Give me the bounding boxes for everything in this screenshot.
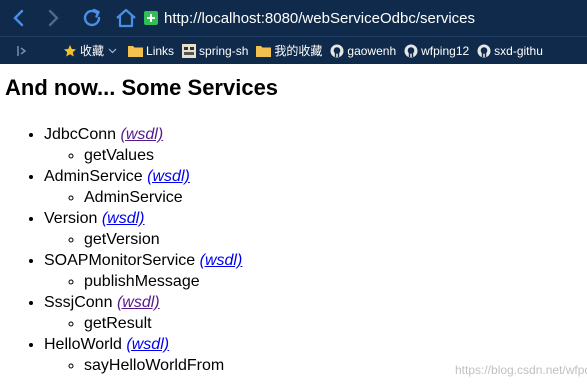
bookmark-my-favorites[interactable]: 我的收藏	[256, 42, 322, 59]
bookmark-label: spring-sh	[199, 43, 249, 58]
operations-list: getValues	[44, 145, 242, 166]
wsdl-link[interactable]: (wsdl)	[200, 252, 243, 269]
watermark: https://blog.csdn.net/wfpc...	[455, 363, 587, 377]
service-name: SOAPMonitorService	[44, 252, 196, 269]
sidebar-toggle-icon[interactable]	[16, 45, 31, 57]
github-icon	[477, 44, 491, 57]
service-name: Version	[44, 210, 98, 227]
browser-toolbar: http://localhost:8080/webServiceOdbc/ser…	[0, 0, 587, 36]
forward-icon[interactable]	[42, 6, 66, 30]
service-name: HelloWorld	[44, 336, 122, 353]
services-list: JdbcConn (wsdl) getValues AdminService (…	[44, 124, 242, 376]
bookmark-label: 收藏	[80, 44, 105, 58]
operations-list: getVersion	[44, 229, 242, 250]
service-item: JdbcConn (wsdl) getValues	[44, 124, 242, 166]
bookmark-favorites[interactable]: 收藏	[63, 42, 120, 59]
operations-list: AdminService	[44, 187, 242, 208]
bookmark-spring[interactable]: spring-sh	[182, 43, 249, 58]
operation-item: sayHelloWorldFrom	[84, 355, 242, 376]
star-icon	[64, 44, 76, 56]
wsdl-link[interactable]: (wsdl)	[147, 168, 190, 185]
bookmarks-bar: 收藏 Links spring-sh 我的收藏 gaowenh wfping12…	[0, 36, 587, 64]
wsdl-link[interactable]: (wsdl)	[121, 126, 164, 143]
service-name: JdbcConn	[44, 126, 117, 143]
service-item: HelloWorld (wsdl) sayHelloWorldFrom	[44, 334, 242, 376]
wsdl-link[interactable]: (wsdl)	[102, 210, 145, 227]
chevron-down-icon	[108, 48, 117, 54]
bookmark-label: wfping12	[421, 43, 470, 58]
bookmark-sxd-github[interactable]: sxd-githu	[477, 44, 543, 58]
service-item: AdminService (wsdl) AdminService	[44, 166, 242, 208]
operation-item: getValues	[84, 145, 242, 166]
back-icon[interactable]	[6, 6, 30, 30]
service-name: SssjConn	[44, 294, 113, 311]
address-bar[interactable]: http://localhost:8080/webServiceOdbc/ser…	[144, 10, 475, 27]
bookmark-gaowenh[interactable]: gaowenh	[330, 44, 396, 58]
service-name: AdminService	[44, 168, 143, 185]
folder-icon	[128, 45, 144, 57]
wsdl-link[interactable]: (wsdl)	[126, 336, 169, 353]
service-item: SOAPMonitorService (wsdl) publishMessage	[44, 250, 242, 292]
operations-list: getResult	[44, 313, 242, 334]
bookmark-label: gaowenh	[347, 43, 397, 58]
service-item: Version (wsdl) getVersion	[44, 208, 242, 250]
url-text: http://localhost:8080/webServiceOdbc/ser…	[164, 9, 475, 27]
secure-shield-icon	[144, 11, 158, 25]
operations-list: publishMessage	[44, 271, 242, 292]
operations-list: sayHelloWorldFrom	[44, 355, 242, 376]
bookmark-wfping12[interactable]: wfping12	[404, 44, 469, 58]
wsdl-link[interactable]: (wsdl)	[117, 294, 160, 311]
github-icon	[330, 44, 344, 57]
operation-item: publishMessage	[84, 271, 242, 292]
bookmark-label: Links	[146, 43, 175, 58]
bookmark-label: sxd-githu	[494, 43, 543, 58]
service-item: SssjConn (wsdl) getResult	[44, 292, 242, 334]
page-heading: And now... Some Services	[5, 75, 279, 100]
bookmark-label: 我的收藏	[274, 44, 323, 58]
folder-icon	[256, 45, 272, 57]
github-icon	[404, 44, 418, 57]
operation-item: getResult	[84, 313, 242, 334]
page-content: And now... Some Services JdbcConn (wsdl)…	[0, 63, 587, 387]
operation-item: getVersion	[84, 229, 242, 250]
reload-icon[interactable]	[80, 6, 104, 30]
home-icon[interactable]	[114, 6, 138, 30]
bookmark-links[interactable]: Links	[128, 44, 174, 58]
operation-item: AdminService	[84, 187, 242, 208]
site-icon	[182, 43, 197, 58]
